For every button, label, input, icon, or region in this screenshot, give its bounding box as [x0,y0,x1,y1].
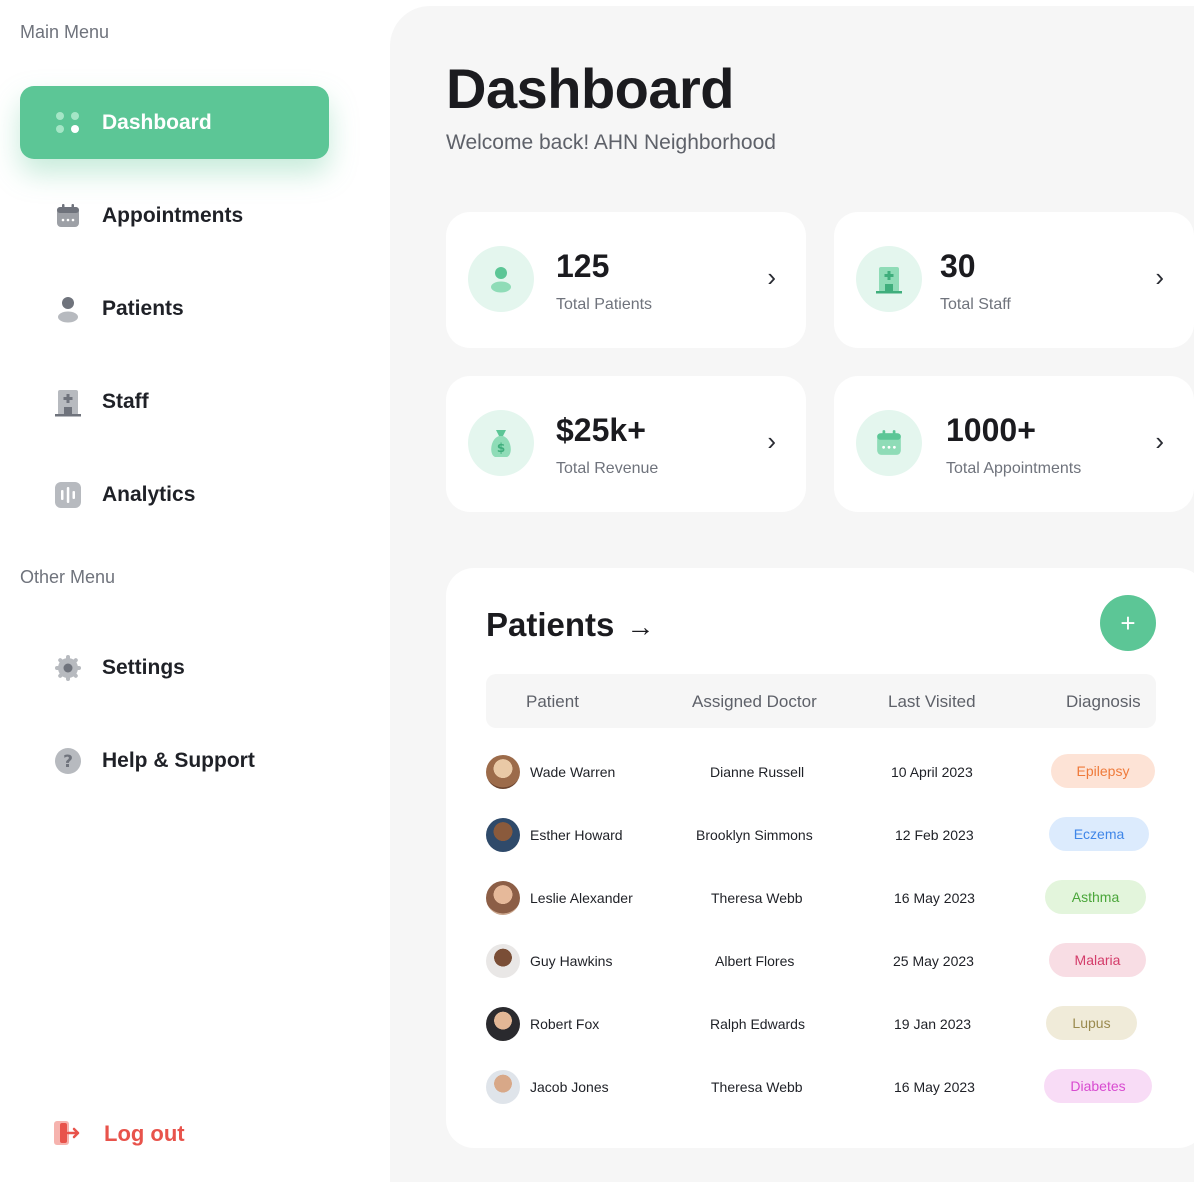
stat-value: 125 [556,248,610,284]
sidebar-item-help-support[interactable]: ? Help & Support [52,736,255,786]
svg-text:?: ? [63,752,73,772]
diagnosis-badge: Eczema [1049,817,1149,851]
column-header[interactable]: Assigned Doctor [692,692,817,712]
table-row[interactable]: Wade Warren Dianne Russell 10 April 2023… [486,753,1166,793]
avatar [486,944,520,978]
patient-name: Wade Warren [530,764,616,780]
last-visited: 25 May 2023 [893,953,974,969]
avatar [486,818,520,852]
stat-label: Total Patients [556,296,653,313]
patients-title: Patients [486,606,615,643]
sidebar-item-staff[interactable]: Staff [52,377,149,427]
sidebar-item-analytics[interactable]: Analytics [52,470,195,520]
stat-label: Total Staff [940,296,1011,313]
sidebar-item-label: Appointments [102,204,244,227]
diagnosis-badge: Lupus [1046,1006,1137,1040]
avatar [486,1070,520,1104]
grid-icon [56,110,82,136]
assigned-doctor: Albert Flores [715,953,795,969]
assigned-doctor: Brooklyn Simmons [696,827,813,843]
diagnosis-badge: Diabetes [1044,1069,1152,1103]
question-icon: ? [52,745,84,777]
stat-card-total-appointments[interactable]: 1000+ Total Appointments › [834,376,1194,512]
sidebar-item-label: Help & Support [102,749,255,772]
sidebar-item-label: Dashboard [102,110,212,134]
patients-title-link[interactable]: Patients → [486,606,654,644]
patient-name: Leslie Alexander [530,890,633,906]
calendar-icon [856,410,922,476]
sidebar: Main Menu Dashboard Appointments Patient… [0,0,390,1182]
sidebar-item-patients[interactable]: Patients [52,284,184,334]
patient-name: Jacob Jones [530,1079,609,1095]
stat-card-total-patients[interactable]: 125 Total Patients › [446,212,806,348]
table-row[interactable]: Jacob Jones Theresa Webb 16 May 2023 Dia… [486,1068,1166,1108]
table-row[interactable]: Guy Hawkins Albert Flores 25 May 2023 Ma… [486,942,1166,982]
chevron-right-icon: › [1155,426,1164,456]
calendar-icon [52,200,84,232]
column-header[interactable]: Last Visited [888,692,976,712]
patients-card: Patients → + Patient Assigned Doctor Last… [446,568,1194,1148]
logout-icon [52,1118,82,1150]
chevron-right-icon: › [767,426,776,456]
stat-label: Total Appointments [946,460,1082,477]
svg-text:$: $ [497,441,505,455]
other-menu-heading: Other Menu [20,567,116,587]
sidebar-item-label: Patients [102,297,184,320]
avatar [486,755,520,789]
chevron-right-icon: › [1155,262,1164,292]
building-icon [856,246,922,312]
main-menu-heading: Main Menu [20,22,110,42]
stat-value: $25k+ [556,412,646,448]
assigned-doctor: Ralph Edwards [710,1016,805,1032]
last-visited: 19 Jan 2023 [894,1016,972,1032]
patient-name: Guy Hawkins [530,953,613,969]
sidebar-item-settings[interactable]: Settings [52,643,185,693]
user-icon [52,293,84,325]
diagnosis-badge: Asthma [1045,880,1146,914]
last-visited: 10 April 2023 [891,764,973,780]
table-row[interactable]: Esther Howard Brooklyn Simmons 12 Feb 20… [486,816,1166,856]
user-icon [468,246,534,312]
logout-button[interactable]: Log out [52,1118,185,1150]
sidebar-item-label: Analytics [102,483,196,506]
stat-card-total-staff[interactable]: 30 Total Staff › [834,212,1194,348]
assigned-doctor: Theresa Webb [711,1079,803,1095]
avatar [486,881,520,915]
sidebar-item-dashboard[interactable]: Dashboard [20,86,329,159]
table-header: Patient Assigned Doctor Last Visited Dia… [486,674,1156,728]
column-header[interactable]: Diagnosis [1066,692,1141,712]
sidebar-item-label: Settings [102,656,185,679]
add-patient-button[interactable]: + [1100,595,1156,651]
page-title: Dashboard [446,57,735,120]
sidebar-item-appointments[interactable]: Appointments [52,191,243,241]
money-bag-icon: $ [468,410,534,476]
avatar [486,1007,520,1041]
last-visited: 12 Feb 2023 [895,827,974,843]
arrow-right-icon: → [626,611,655,642]
column-header[interactable]: Patient [526,692,579,712]
stat-value: 1000+ [946,412,1036,448]
last-visited: 16 May 2023 [894,1079,975,1095]
stat-label: Total Revenue [556,460,659,477]
gear-icon [52,652,84,684]
diagnosis-badge: Malaria [1049,943,1146,977]
building-icon [52,386,84,418]
assigned-doctor: Theresa Webb [711,890,803,906]
stat-card-total-revenue[interactable]: $ $25k+ Total Revenue › [446,376,806,512]
sidebar-item-label: Staff [102,390,149,413]
last-visited: 16 May 2023 [894,890,975,906]
assigned-doctor: Dianne Russell [710,764,805,780]
main-content: Dashboard Welcome back! AHN Neighborhood… [390,6,1194,1182]
patient-name: Esther Howard [530,827,623,843]
stat-value: 30 [940,248,976,284]
patient-name: Robert Fox [530,1016,600,1032]
page-subtitle: Welcome back! AHN Neighborhood [446,131,776,154]
table-row[interactable]: Leslie Alexander Theresa Webb 16 May 202… [486,879,1166,919]
chart-icon [52,479,84,511]
table-row[interactable]: Robert Fox Ralph Edwards 19 Jan 2023 Lup… [486,1005,1166,1045]
chevron-right-icon: › [767,262,776,292]
logout-label: Log out [104,1121,185,1146]
diagnosis-badge: Epilepsy [1051,754,1155,788]
